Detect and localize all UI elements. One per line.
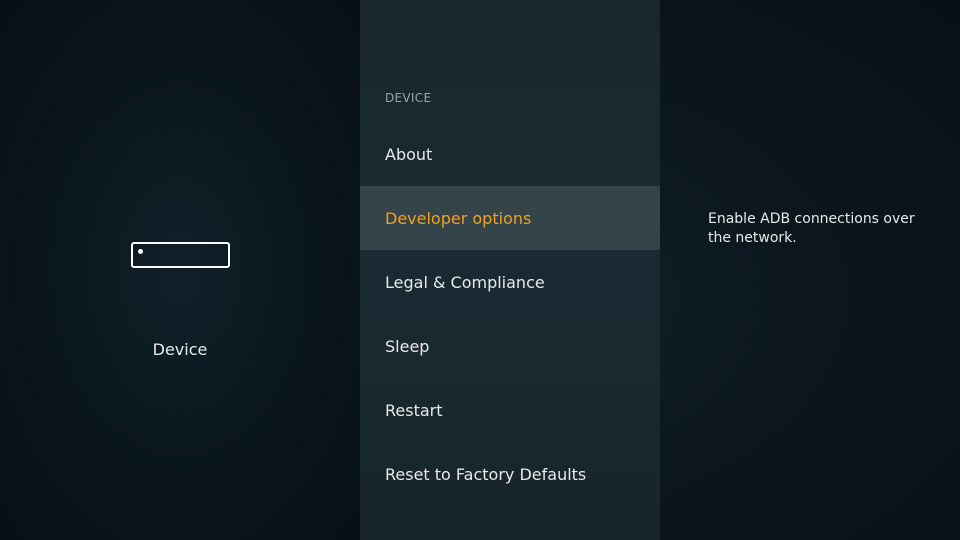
menu-item-label: About bbox=[385, 144, 433, 164]
menu-item-reset-factory-defaults[interactable]: Reset to Factory Defaults bbox=[360, 442, 660, 506]
menu-item-about[interactable]: About bbox=[360, 122, 660, 186]
fire-tv-device-icon bbox=[131, 242, 230, 268]
menu-item-label: Legal & Compliance bbox=[385, 272, 545, 292]
menu-item-label: Developer options bbox=[385, 208, 532, 228]
menu-item-label: Reset to Factory Defaults bbox=[385, 464, 587, 484]
menu-item-legal-compliance[interactable]: Legal & Compliance bbox=[360, 250, 660, 314]
menu-item-restart[interactable]: Restart bbox=[360, 378, 660, 442]
menu-item-label: Sleep bbox=[385, 336, 430, 356]
category-title: Device bbox=[152, 340, 208, 359]
item-description: Enable ADB connections over the network. bbox=[708, 211, 915, 246]
device-led-indicator bbox=[138, 249, 143, 254]
menu-item-developer-options[interactable]: Developer options bbox=[360, 186, 660, 250]
settings-menu: DEVICE About Developer options Legal & C… bbox=[360, 0, 660, 540]
category-panel: Device bbox=[0, 0, 360, 540]
menu-item-label: Restart bbox=[385, 400, 443, 420]
settings-screen: Device DEVICE About Developer options Le… bbox=[0, 0, 960, 540]
menu-item-sleep[interactable]: Sleep bbox=[360, 314, 660, 378]
menu-header: DEVICE bbox=[385, 91, 432, 105]
